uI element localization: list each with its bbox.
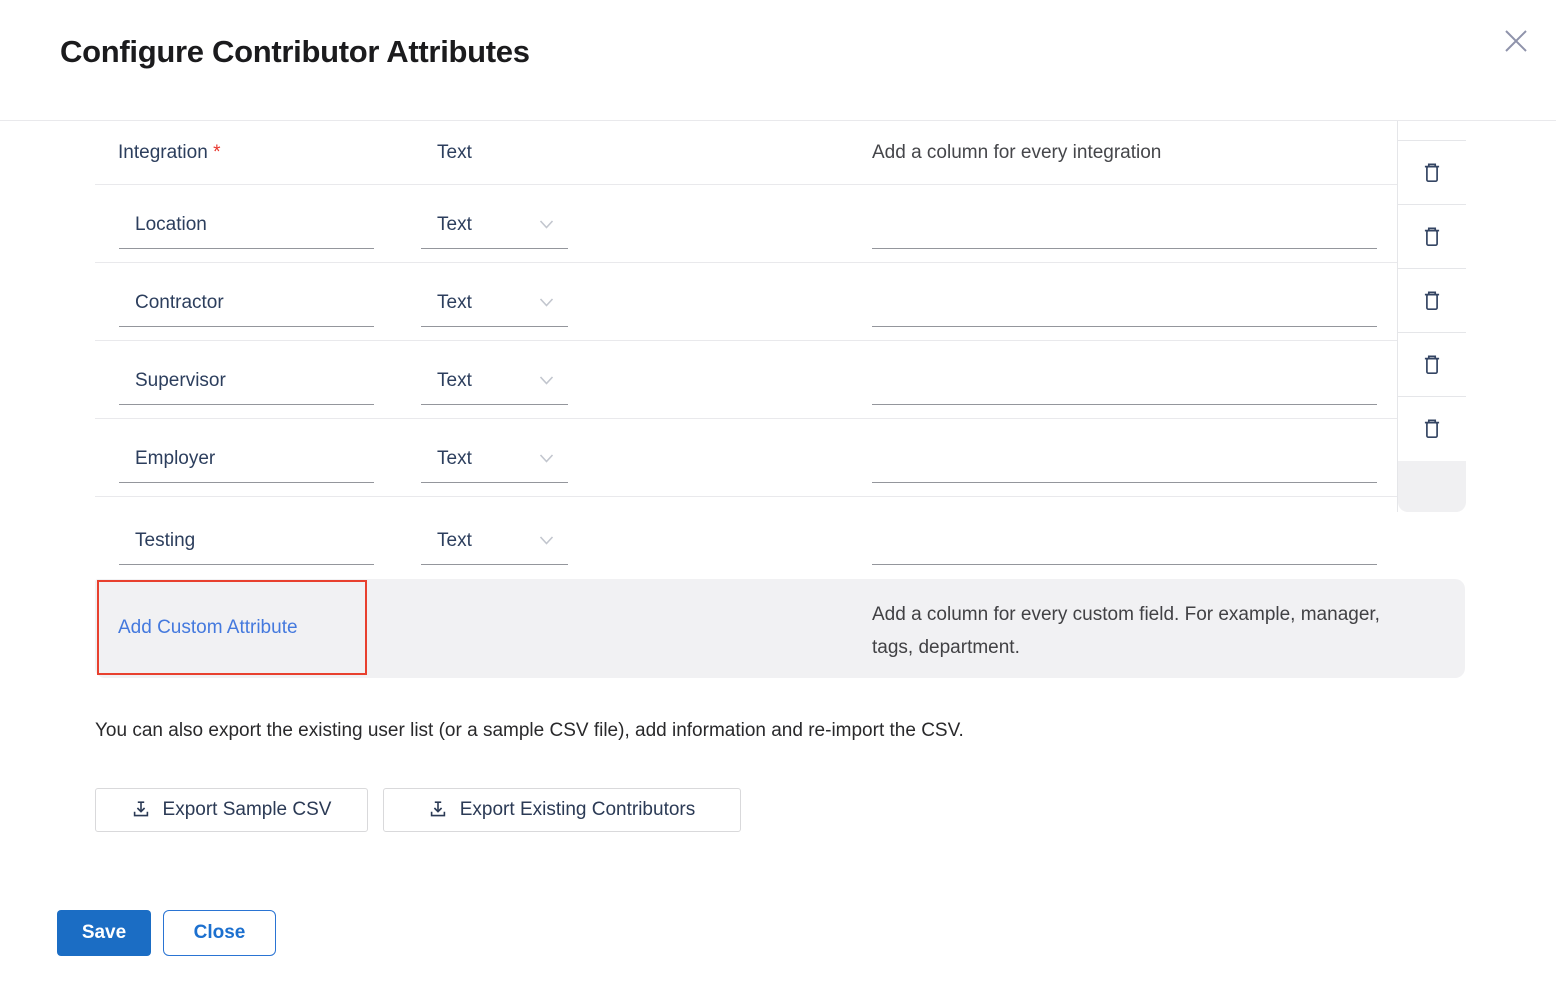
attribute-description-input[interactable] xyxy=(872,357,1377,405)
table-row-integration: Integration * Text Add a column for ever… xyxy=(95,120,1397,185)
table-row-location: Text xyxy=(95,185,1397,263)
integration-label: Integration xyxy=(118,142,208,163)
export-note: You can also export the existing user li… xyxy=(95,720,964,742)
attribute-description-input[interactable] xyxy=(872,201,1377,249)
attribute-description-label: Add a column for every integration xyxy=(872,142,1161,164)
trash-icon xyxy=(1422,418,1442,440)
close-icon[interactable] xyxy=(1499,24,1533,58)
add-custom-attribute-highlight: Add Custom Attribute xyxy=(97,580,367,675)
type-select[interactable]: Text xyxy=(421,435,568,483)
type-select[interactable]: Text xyxy=(421,279,568,327)
attribute-type-label: Text xyxy=(437,142,472,164)
delete-attribute-button[interactable] xyxy=(1398,205,1466,269)
export-existing-contributors-label: Export Existing Contributors xyxy=(460,799,696,821)
chevron-down-icon xyxy=(539,536,554,545)
trash-icon xyxy=(1422,290,1442,312)
x-icon xyxy=(1503,28,1529,54)
delete-actions-column xyxy=(1397,121,1466,512)
delete-attribute-button[interactable] xyxy=(1398,141,1466,205)
attribute-name-label: Integration * xyxy=(118,142,220,164)
chevron-down-icon xyxy=(539,454,554,463)
download-icon xyxy=(132,801,150,819)
delete-attribute-button[interactable] xyxy=(1398,269,1466,333)
table-row-testing: Text xyxy=(95,497,1397,579)
attribute-name-input[interactable] xyxy=(119,201,374,249)
export-sample-csv-label: Export Sample CSV xyxy=(163,799,332,821)
type-select-value: Text xyxy=(421,448,472,470)
attribute-name-input[interactable] xyxy=(119,517,374,565)
download-icon xyxy=(429,801,447,819)
delete-column-spacer xyxy=(1398,121,1466,141)
table-row-employer: Text xyxy=(95,419,1397,497)
delete-attribute-button[interactable] xyxy=(1398,333,1466,397)
type-select[interactable]: Text xyxy=(421,357,568,405)
table-row-supervisor: Text xyxy=(95,341,1397,419)
trash-icon xyxy=(1422,354,1442,376)
attribute-description-input[interactable] xyxy=(872,279,1377,327)
table-row-contractor: Text xyxy=(95,263,1397,341)
type-select-value: Text xyxy=(421,214,472,236)
save-button[interactable]: Save xyxy=(57,910,151,956)
attribute-name-input[interactable] xyxy=(119,357,374,405)
required-asterisk: * xyxy=(213,142,220,163)
export-existing-contributors-button[interactable]: Export Existing Contributors xyxy=(383,788,741,832)
type-select-value: Text xyxy=(421,292,472,314)
attribute-description-input[interactable] xyxy=(872,435,1377,483)
custom-attribute-description: Add a column for every custom field. For… xyxy=(872,598,1402,664)
chevron-down-icon xyxy=(539,376,554,385)
chevron-down-icon xyxy=(539,298,554,307)
trash-icon xyxy=(1422,162,1442,184)
attribute-name-input[interactable] xyxy=(119,435,374,483)
type-select-value: Text xyxy=(421,370,472,392)
type-select-value: Text xyxy=(421,530,472,552)
chevron-down-icon xyxy=(539,220,554,229)
delete-attribute-button[interactable] xyxy=(1398,397,1466,461)
type-select[interactable]: Text xyxy=(421,517,568,565)
trash-icon xyxy=(1422,226,1442,248)
close-button[interactable]: Close xyxy=(163,910,276,956)
attribute-name-input[interactable] xyxy=(119,279,374,327)
add-custom-attribute-link[interactable]: Add Custom Attribute xyxy=(118,617,298,639)
attribute-description-input[interactable] xyxy=(872,517,1377,565)
type-select[interactable]: Text xyxy=(421,201,568,249)
delete-column-empty-cell xyxy=(1398,461,1466,512)
export-sample-csv-button[interactable]: Export Sample CSV xyxy=(95,788,368,832)
configure-contributor-attributes-dialog: Configure Contributor Attributes Integra… xyxy=(0,0,1556,996)
page-title: Configure Contributor Attributes xyxy=(60,34,530,70)
